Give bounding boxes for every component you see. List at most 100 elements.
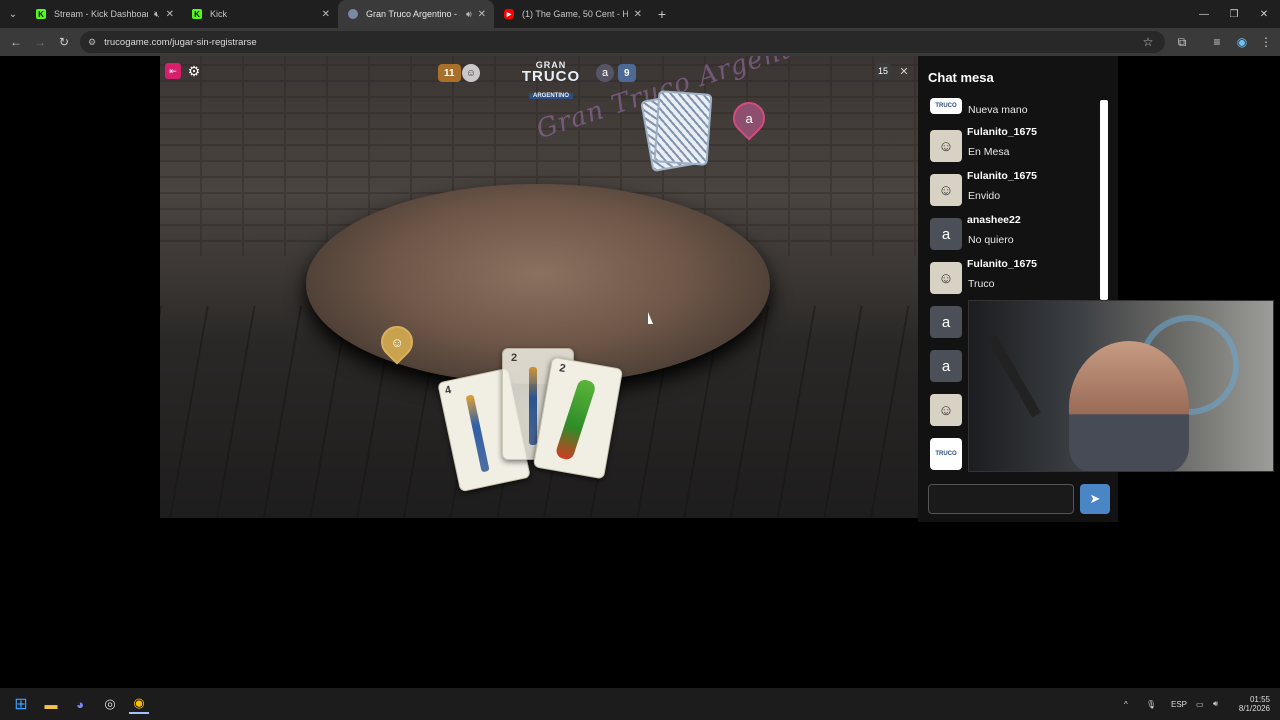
muted-icon[interactable]: 🔇︎ [154,9,160,20]
extensions-icon[interactable]: ⧉ [1170,30,1194,54]
chat-title: Chat mesa [928,70,994,85]
tab-list-icon[interactable]: ⌄ [0,0,26,28]
truco-logo-icon: TRUCO [930,98,962,114]
url-text: trucogame.com/jugar-sin-registrarse [104,36,257,48]
mute-sound-icon[interactable]: ✕ [896,63,912,79]
opponent-initial: a [745,110,753,126]
logo-line2: TRUCO [521,68,581,85]
chat-username: Fulanito_1675 [967,258,1038,270]
clock[interactable]: 01:55 8/1/2026 [1232,688,1270,720]
back-icon[interactable]: ← [4,30,28,54]
sword-suit-icon [529,367,537,445]
chat-message: ☺ Fulanito_1675 En Mesa [930,126,1100,166]
chat-message: ☺ Fulanito_1675 Envido [930,170,1100,210]
logo-line3: ARGENTINO [529,93,573,99]
new-tab-icon[interactable]: + [650,6,674,22]
youtube-icon: ▶ [504,9,514,19]
opponent-avatar-small: a [596,64,614,82]
clock-time: 01:55 [1249,695,1270,704]
kick-icon: K [36,9,46,19]
tab-youtube[interactable]: ▶ (1) The Game, 50 Cent - Hate It ✕ [494,0,650,28]
chat-text: Truco [968,278,995,290]
forward-icon[interactable]: → [28,30,52,54]
media-control-icon[interactable]: ≡ [1205,30,1229,54]
round-counter: 15 [875,63,891,79]
tab-kick-dashboard[interactable]: K Stream - Kick Dashboard 🔇︎ ✕ [26,0,182,28]
chat-message: ☺ Fulanito_1675 Truco [930,258,1100,298]
bookmark-star-icon[interactable]: ☆ [1136,30,1160,54]
score-left: 11 [444,67,455,79]
kick-icon: K [192,9,202,19]
sword-suit-icon [465,394,490,473]
user-initial-avatar: a [930,306,962,338]
user-initial-avatar: a [930,218,962,250]
player-face-icon: ☺ [930,174,962,206]
close-window-icon[interactable]: ✕ [1248,0,1280,28]
speaker-icon[interactable]: 🔊︎ [466,9,472,20]
game-area[interactable]: Gran Truco Argentino ⇤ ⚙ 11 ☺ GRAN TRUCO… [160,56,918,518]
card-number: 4 [443,384,453,398]
score-right-badge: 9 [618,64,636,82]
chat-username: anashee22 [967,214,1021,226]
mic-arm [987,334,1041,418]
windows-taskbar: ⊞ ▬ ◕ ◎ ◉ ^ 🎙︎ ESP ▭ 🔊︎ 01:55 8/1/2026 [0,688,1280,720]
tab-title: (1) The Game, 50 Cent - Hate It [522,9,628,19]
tab-title: Stream - Kick Dashboard [54,9,148,19]
chat-text: Envido [968,190,1001,202]
player-avatar-icon: ☺ [462,64,480,82]
chrome-icon[interactable]: ◉ [129,694,149,714]
tab-title: Gran Truco Argentino - Jue [366,9,460,19]
user-initial-avatar: a [930,350,962,382]
reload-icon[interactable]: ↻ [52,30,76,54]
volume-icon[interactable]: 🔊︎ [1213,688,1218,720]
player-face-icon: ☺ [930,262,962,294]
webcam-overlay [968,300,1274,472]
player-face-icon: ☺ [930,394,962,426]
mouse-cursor [648,312,658,324]
menu-kebab-icon[interactable]: ⋮ [1254,30,1278,54]
close-tab-icon[interactable]: ✕ [634,9,642,20]
chat-username: Fulanito_1675 [967,170,1038,182]
file-explorer-icon[interactable]: ▬ [41,694,61,714]
tab-gran-truco[interactable]: Gran Truco Argentino - Jue 🔊︎ ✕ [338,0,494,28]
site-info-icon[interactable]: ⚙︎ [88,37,96,48]
card-number: 2 [558,362,567,375]
close-tab-icon[interactable]: ✕ [478,9,486,20]
tray-overflow-icon[interactable]: ^ [1124,688,1128,720]
close-tab-icon[interactable]: ✕ [322,9,330,20]
exit-icon[interactable]: ⇤ [165,63,181,79]
chat-text: Nueva mano [968,104,1028,116]
chat-username: Fulanito_1675 [967,126,1038,138]
obs-icon[interactable]: ◎ [100,694,120,714]
browser-tab-strip: ⌄ K Stream - Kick Dashboard 🔇︎ ✕ K Kick … [0,0,1280,28]
browser-toolbar: ← → ↻ ⚙︎ trucogame.com/jugar-sin-registr… [0,28,1280,56]
tab-title: Kick [210,9,228,19]
language-indicator[interactable]: ESP [1171,688,1187,720]
chat-message: a anashee22 No quiero [930,214,1100,254]
chat-text: No quiero [968,234,1014,246]
chat-text: En Mesa [968,146,1010,158]
globe-icon [348,9,358,19]
clock-date: 8/1/2026 [1238,704,1270,713]
profile-avatar-icon[interactable]: ◉ [1230,30,1254,54]
chat-scrollbar[interactable] [1100,100,1108,300]
restore-icon[interactable]: ❐ [1218,0,1250,28]
score-right: 9 [624,67,630,79]
windows-start-icon[interactable]: ⊞ [11,694,31,714]
paper-plane-icon[interactable]: ➤ [1080,484,1110,514]
microphone-icon[interactable]: 🎙︎ [1146,688,1156,720]
minimize-icon[interactable]: — [1188,0,1220,28]
score-left-badge: 11 [438,64,461,82]
card-deck [653,90,713,166]
club-suit-icon [554,377,597,462]
settings-gear-icon[interactable]: ⚙ [186,63,202,79]
close-tab-icon[interactable]: ✕ [166,9,174,20]
card-number: 2 [511,352,518,364]
chat-input[interactable] [928,484,1074,514]
network-icon[interactable]: ▭ [1196,688,1204,720]
tab-kick[interactable]: K Kick ✕ [182,0,338,28]
player-face-icon: ☺ [390,334,404,350]
streamer-silhouette [1069,341,1189,471]
discord-icon[interactable]: ◕ [70,694,90,714]
address-bar[interactable]: ⚙︎ trucogame.com/jugar-sin-registrarse [80,31,1165,53]
